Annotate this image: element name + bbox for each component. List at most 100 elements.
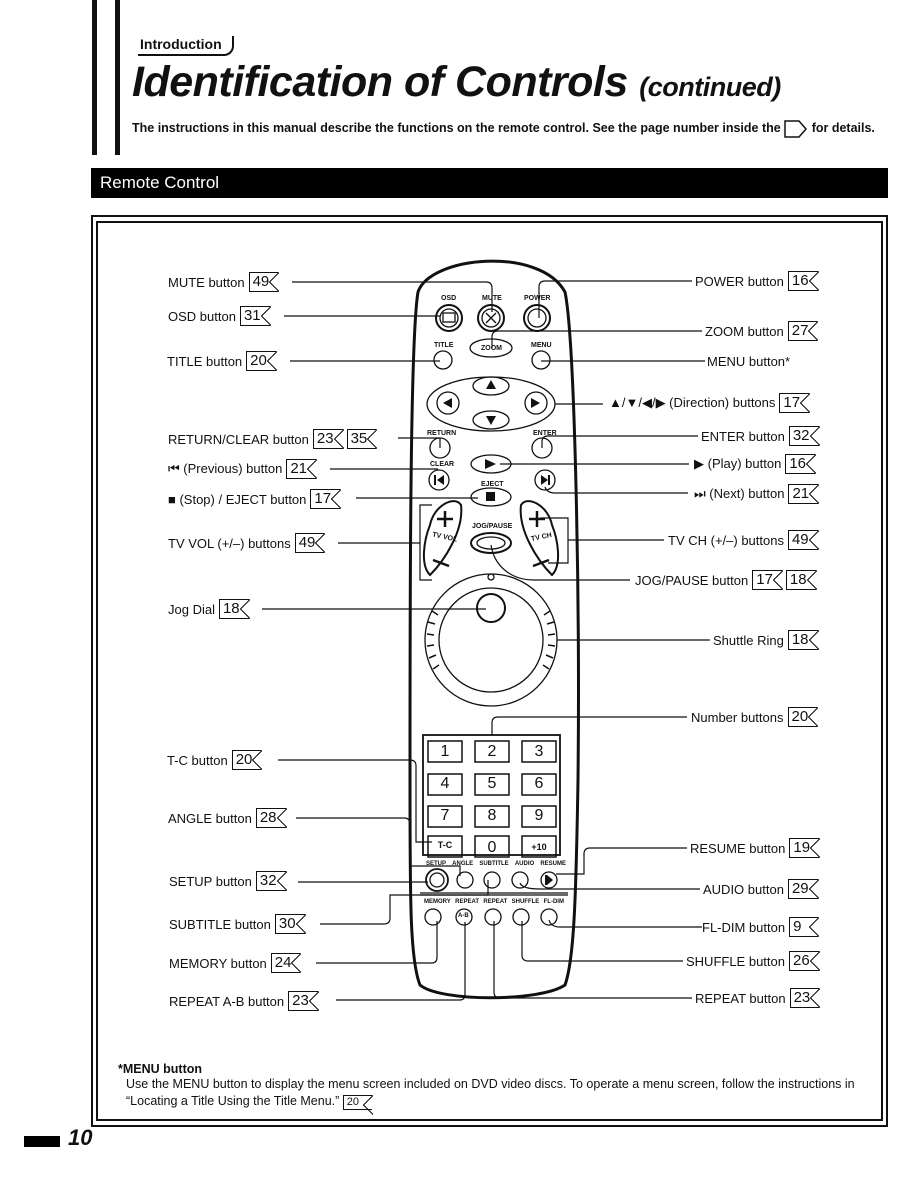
page-ref: 23 [288, 991, 319, 1011]
memory-label: MEMORY [424, 899, 451, 905]
page-ref: 49 [787, 530, 819, 550]
page-ref: 49 [294, 533, 326, 553]
key-1[interactable]: 1 [428, 741, 462, 762]
page-ref: 28 [255, 808, 287, 828]
callout-label: TV CH (+/–) buttons [668, 532, 784, 548]
note-body: Use the MENU button to display the menu … [126, 1077, 855, 1108]
audio-label: AUDIO [514, 861, 535, 867]
key-4[interactable]: 4 [428, 773, 462, 794]
callout-label: SETUP button [169, 873, 252, 889]
callout-osd: OSD button 31 [168, 306, 271, 326]
key-3[interactable]: 3 [522, 741, 556, 762]
callout-label: REPEAT button [695, 990, 786, 1006]
page-ref: 21 [788, 484, 819, 504]
callout-subtitle: SUBTITLE button 30 [169, 914, 306, 934]
callout-label: SHUFFLE button [686, 953, 785, 969]
callout-repeat-ab: REPEAT A-B button 23 [169, 991, 319, 1011]
menu-label: MENU [531, 342, 552, 349]
callout-label: JOG/PAUSE button [635, 572, 749, 588]
callout-memory: MEMORY button 24 [169, 953, 302, 973]
resume-label: RESUME [540, 861, 566, 867]
setup-label: SETUP [426, 861, 447, 867]
callout-label: Shuttle Ring [713, 632, 784, 648]
key-6[interactable]: 6 [522, 773, 556, 794]
callout-label: MUTE button [168, 274, 245, 290]
key-tc[interactable]: T-C [428, 835, 462, 858]
page-ref: 20 [246, 351, 277, 371]
remote-labels: OSD MUTE POWER TITLE ZOOM MENU RETURN EN… [0, 0, 918, 1188]
osd-label: OSD [441, 295, 457, 302]
power-label: POWER [524, 295, 551, 302]
page-ref: 17 [752, 570, 783, 590]
callout-label: FL-DIM button [702, 919, 786, 935]
subtitle-label: SUBTITLE [479, 861, 509, 867]
key-8[interactable]: 8 [475, 805, 509, 826]
key-9[interactable]: 9 [522, 805, 556, 826]
callout-label: SUBTITLE button [169, 916, 271, 932]
callout-label: ▲/▼/◀/▶ (Direction) buttons [609, 395, 776, 410]
page-ref: 26 [789, 951, 820, 971]
key-5[interactable]: 5 [475, 773, 509, 794]
callout-fl-dim: FL-DIM button 9 [702, 917, 820, 937]
page-ref: 31 [239, 306, 271, 326]
callout-power: POWER button 16 [695, 271, 819, 291]
repeat-ab-label: REPEAT [455, 899, 480, 905]
keypad-digits: 1 2 3 4 5 6 7 8 9 T-C 0 +10 [428, 741, 556, 858]
callout-label: POWER button [695, 273, 784, 289]
callout-label: ■ (Stop) / EJECT button [168, 491, 307, 507]
page-ref: 21 [286, 459, 317, 479]
callout-menu: MENU button* [707, 351, 790, 371]
tv-ch-label: TV CH [530, 531, 553, 544]
page-ref: 16 [787, 271, 819, 291]
title-label: TITLE [434, 342, 454, 349]
key-7[interactable]: 7 [428, 805, 462, 826]
callout-label: TV VOL (+/–) buttons [168, 535, 291, 551]
page-ref: 16 [785, 454, 816, 474]
angle-label: ANGLE [452, 861, 474, 867]
callout-label: MEMORY button [169, 955, 267, 971]
page-ref: 17 [310, 489, 341, 509]
page-ref: 20 [231, 750, 263, 770]
callout-title: TITLE button 20 [167, 351, 277, 371]
jog-pause-label: JOG/PAUSE [472, 523, 513, 530]
enter-label: ENTER [533, 430, 557, 437]
callout-label: TITLE button [167, 353, 243, 369]
repeat-label: REPEAT [483, 899, 508, 905]
page-ref: 27 [787, 321, 819, 341]
page-ref: 18 [787, 630, 819, 650]
page-ref: 18 [785, 570, 817, 590]
callout-label: REPEAT A-B button [169, 993, 285, 1009]
callout-mute: MUTE button 49 [168, 272, 279, 292]
callout-tv-vol: TV VOL (+/–) buttons 49 [168, 533, 326, 553]
page-ref: 9 [789, 917, 820, 937]
callout-previous: ⏮ (Previous) button 21 [168, 459, 317, 479]
key-0[interactable]: 0 [475, 837, 509, 858]
key-plus10[interactable]: +10 [522, 837, 556, 858]
eject-label: EJECT [481, 481, 504, 488]
callout-stop-eject: ■ (Stop) / EJECT button 17 [168, 489, 341, 509]
callout-enter: ENTER button 32 [701, 426, 820, 446]
page-ref: 29 [787, 879, 819, 899]
callout-repeat: REPEAT button 23 [695, 988, 820, 1008]
mute-label: MUTE [482, 295, 502, 302]
callout-label: T-C button [167, 752, 228, 768]
callout-label: ANGLE button [168, 810, 252, 826]
callout-return-clear: RETURN/CLEAR button 23 35 [168, 429, 377, 449]
page-ref: 30 [274, 914, 306, 934]
key-2[interactable]: 2 [475, 741, 509, 762]
callout-shuffle: SHUFFLE button 26 [686, 951, 820, 971]
callout-label: ▶ (Play) button [694, 456, 782, 471]
callout-tc: T-C button 20 [167, 750, 263, 770]
callout-label: Jog Dial [168, 601, 215, 617]
ab-label: A-B [458, 913, 469, 919]
callout-direction: ▲/▼/◀/▶ (Direction) buttons 17 [609, 393, 810, 413]
callout-zoom: ZOOM button 27 [705, 321, 819, 341]
callout-resume: RESUME button 19 [690, 838, 820, 858]
callout-number-buttons: Number buttons 20 [691, 707, 818, 727]
page-ref: 24 [270, 953, 302, 973]
page-number: 10 [68, 1125, 93, 1150]
callout-label: RESUME button [690, 840, 786, 856]
note-page-ref: 20 [342, 1095, 373, 1115]
page-ref: 19 [789, 838, 820, 858]
callout-label: RETURN/CLEAR button [168, 431, 309, 447]
